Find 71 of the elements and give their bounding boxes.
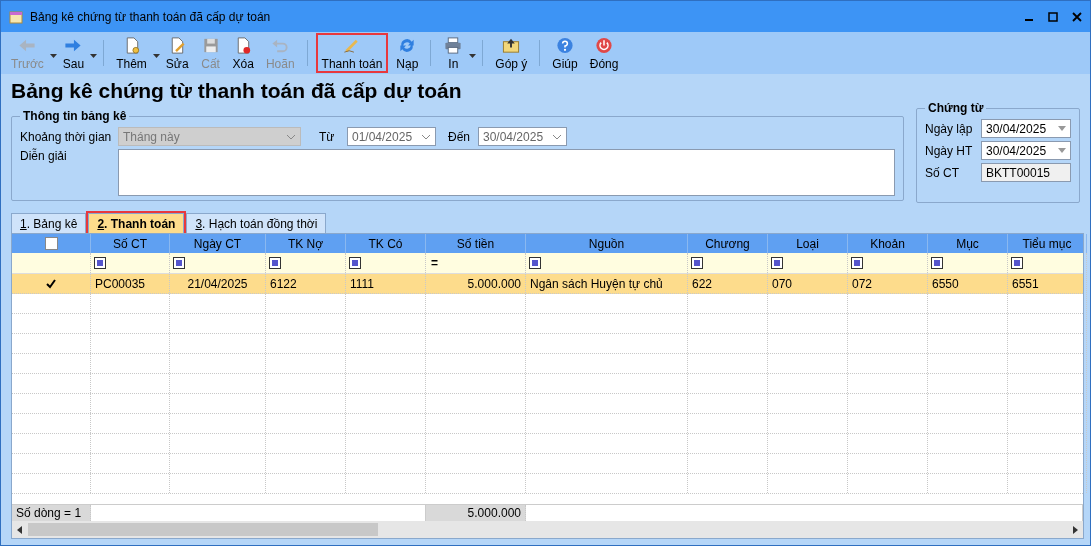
caret-icon[interactable]: [469, 54, 477, 58]
toolbar-button[interactable]: Xóa: [226, 33, 260, 73]
filter-icon[interactable]: [94, 257, 106, 269]
chevron-down-icon[interactable]: [552, 133, 562, 140]
toolbar-button[interactable]: Sau: [56, 33, 91, 73]
window-title: Bảng kê chứng từ thanh toán đã cấp dự toán: [30, 9, 271, 24]
toolbar-button[interactable]: Sửa: [159, 33, 195, 73]
table-cell: 6550: [932, 276, 959, 291]
table-cell: 21/04/2025: [187, 276, 248, 291]
field-label: Số CT: [925, 165, 960, 180]
field-label: Khoảng thời gian: [20, 129, 112, 144]
total-amount: 5.000.000: [467, 506, 521, 520]
scroll-right-icon[interactable]: [1071, 525, 1079, 534]
page-heading: Bảng kê chứng từ thanh toán đã cấp dự toán: [10, 78, 463, 104]
filter-icon[interactable]: [771, 257, 783, 269]
date-field[interactable]: 30/04/2025: [981, 119, 1071, 138]
filter-icon[interactable]: [1011, 257, 1023, 269]
toolbar-button[interactable]: Nạp: [390, 33, 425, 73]
group-title: Chứng từ: [927, 101, 985, 115]
group-title: Thông tin bảng kê: [22, 109, 128, 123]
field-label: Diễn giải: [20, 149, 68, 163]
caret-icon[interactable]: [90, 54, 98, 58]
date-field[interactable]: 01/04/2025: [347, 127, 436, 146]
table-cell: 1111: [350, 276, 375, 291]
text-field[interactable]: BKTT00015: [981, 163, 1071, 182]
filter-operator[interactable]: =: [429, 256, 438, 270]
envelope-icon: [501, 36, 522, 55]
field-label: Ngày lập: [925, 121, 974, 136]
filter-icon[interactable]: [529, 257, 541, 269]
table-cell: 6551: [1012, 276, 1039, 291]
filter-icon[interactable]: [349, 257, 361, 269]
table-cell: 072: [852, 276, 873, 291]
description-field[interactable]: [118, 149, 895, 196]
close-icon[interactable]: [1072, 11, 1082, 22]
toolbar-button[interactable]: Thêm: [110, 33, 153, 73]
checkbox[interactable]: [45, 278, 57, 289]
toolbar-button[interactable]: Đóng: [583, 33, 625, 73]
filter-icon[interactable]: [931, 257, 943, 269]
date-field[interactable]: 30/04/2025: [478, 127, 567, 146]
table-cell: 622: [692, 276, 713, 291]
table-cell: PC00035: [95, 276, 146, 291]
checkbox[interactable]: [44, 237, 58, 250]
field-label: Đến: [448, 129, 471, 144]
power-icon: [594, 36, 615, 55]
tab[interactable]: 2. Thanh toán: [88, 213, 185, 233]
filter-icon[interactable]: [269, 257, 281, 269]
toolbar-button[interactable]: Thanh toán: [315, 33, 389, 73]
chevron-down-icon[interactable]: [421, 133, 431, 140]
table-cell: 070: [772, 276, 793, 291]
tab[interactable]: 3. Hạch toán đồng thời: [186, 213, 327, 233]
filter-icon[interactable]: [173, 257, 185, 269]
app-icon: [9, 9, 23, 24]
table-cell: 6122: [270, 276, 297, 291]
horizontal-scrollbar[interactable]: [12, 521, 1083, 538]
printer-icon: [443, 36, 464, 55]
toolbar-button[interactable]: In: [437, 33, 470, 73]
maximize-icon[interactable]: [1048, 11, 1058, 22]
filter-icon[interactable]: [691, 257, 703, 269]
toolbar-button[interactable]: Góp ý: [489, 33, 534, 73]
date-field[interactable]: 30/04/2025: [981, 141, 1071, 160]
filter-icon[interactable]: [851, 257, 863, 269]
row-count: Số dòng = 1: [16, 506, 82, 520]
field-label: Từ: [319, 129, 336, 144]
help-icon: [555, 36, 576, 55]
table-cell: Ngân sách Huyện tự chủ: [530, 276, 663, 291]
toolbar-button[interactable]: Giúp: [546, 33, 584, 73]
table-cell: 5.000.000: [467, 276, 521, 291]
tab[interactable]: 1. Bảng kê: [11, 213, 87, 233]
field-label: Ngày HT: [925, 143, 974, 158]
caret-icon[interactable]: [152, 54, 160, 58]
scroll-left-icon[interactable]: [16, 525, 24, 534]
